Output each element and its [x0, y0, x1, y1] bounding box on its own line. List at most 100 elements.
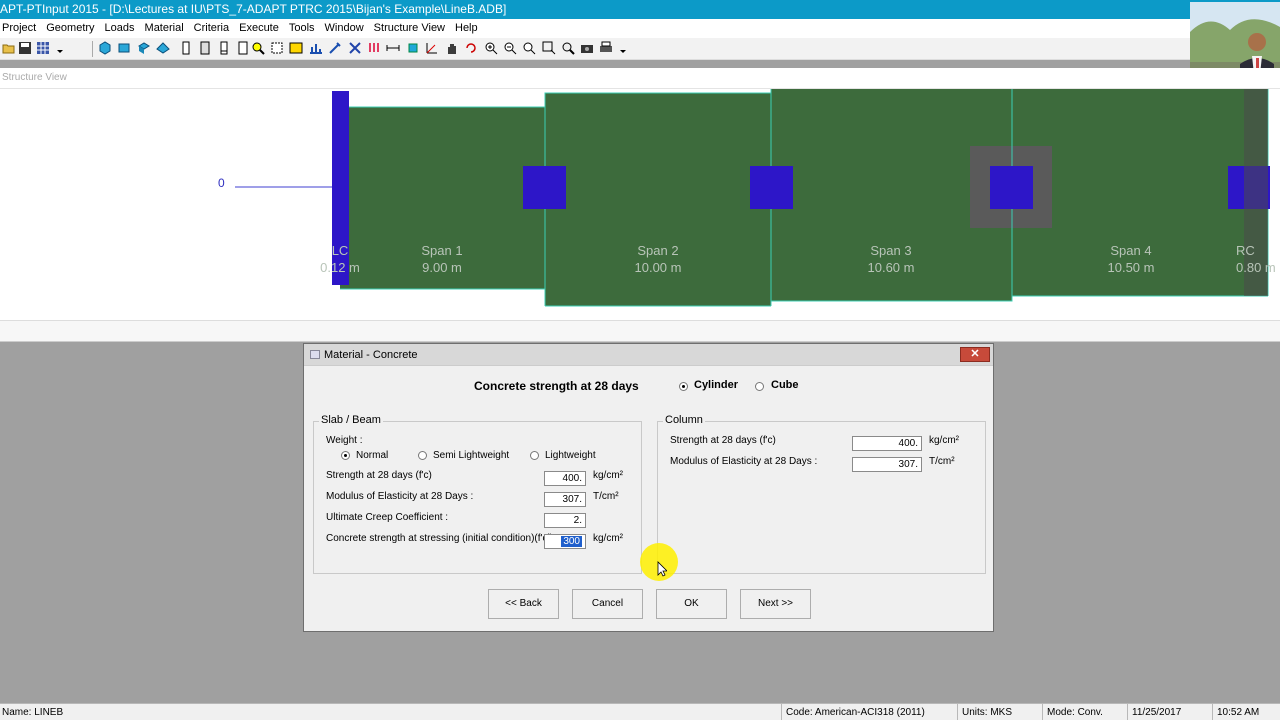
zoom-box-icon[interactable] — [542, 41, 556, 55]
toolbar — [0, 38, 1280, 60]
ok-button[interactable]: OK — [656, 589, 727, 619]
back-button[interactable]: << Back — [488, 589, 559, 619]
right-cantilever-label: RC 0.80 m — [1236, 242, 1280, 276]
menu-tools[interactable]: Tools — [284, 19, 320, 38]
axes-icon[interactable] — [425, 41, 439, 55]
cylinder-label[interactable]: Cylinder — [694, 379, 738, 391]
span-1-name: Span 1 — [421, 243, 463, 258]
mouse-pointer-icon — [657, 561, 667, 577]
load-icon[interactable] — [367, 41, 381, 55]
lightweight-label[interactable]: Lightweight — [545, 450, 596, 461]
cancel-button[interactable]: Cancel — [572, 589, 643, 619]
dialog-heading: Concrete strength at 28 days — [474, 379, 639, 393]
window-title: APT-PTInput 2015 - [D:\Lectures at IU\PT… — [0, 2, 507, 16]
column-group-title: Column — [663, 414, 705, 426]
menu-loads[interactable]: Loads — [100, 19, 140, 38]
support-icon[interactable] — [217, 41, 231, 55]
span-4-label: Span 4 10.50 m — [1088, 242, 1174, 276]
pan-hand-icon[interactable] — [445, 41, 459, 55]
stressing-strength-value: 300 — [561, 536, 582, 547]
zoom-extents-icon[interactable] — [522, 41, 536, 55]
menu-structure-view[interactable]: Structure View — [369, 19, 450, 38]
structure-view-scroll-area — [0, 320, 1280, 342]
menu-window[interactable]: Window — [320, 19, 369, 38]
menu-geometry[interactable]: Geometry — [41, 19, 99, 38]
view-iso-icon[interactable] — [137, 41, 151, 55]
semi-lightweight-radio[interactable] — [418, 451, 427, 460]
semi-lightweight-label[interactable]: Semi Lightweight — [433, 450, 509, 461]
wall-icon[interactable] — [198, 41, 212, 55]
span-2-name: Span 2 — [637, 243, 679, 258]
normal-weight-radio[interactable] — [341, 451, 350, 460]
column-modulus-value: 307. — [898, 459, 918, 470]
view-slab-icon[interactable] — [156, 41, 170, 55]
lightweight-radio[interactable] — [530, 451, 539, 460]
dimension-icon[interactable] — [386, 41, 400, 55]
view-top-icon[interactable] — [117, 41, 131, 55]
cube-radio[interactable] — [755, 382, 764, 391]
zoom-out-icon[interactable] — [503, 41, 517, 55]
dropdown-arrow-icon[interactable] — [619, 41, 627, 55]
slab-strength-value: 400. — [562, 473, 582, 484]
slab-strength-unit: kg/cm² — [593, 470, 623, 481]
print-icon[interactable] — [599, 41, 613, 55]
cube-icon[interactable] — [406, 41, 420, 55]
zoom-in-icon[interactable] — [484, 41, 498, 55]
structure-view-canvas[interactable]: 0 LC 0.12 m Span 1 9.00 m Span 2 10.00 m… — [0, 89, 1280, 320]
tendon-icon[interactable] — [289, 41, 303, 55]
open-folder-icon[interactable] — [2, 41, 16, 55]
dropdown-arrow-icon[interactable] — [56, 41, 64, 55]
column-icon[interactable] — [179, 41, 193, 55]
menu-criteria[interactable]: Criteria — [189, 19, 234, 38]
window-title-bar: APT-PTInput 2015 - [D:\Lectures at IU\PT… — [0, 0, 1280, 19]
slab-strength-input[interactable]: 400. — [544, 471, 586, 486]
menu-execute[interactable]: Execute — [234, 19, 284, 38]
span-2-length: 10.00 m — [634, 260, 682, 275]
column-strength-label: Strength at 28 days (f'c) — [670, 435, 776, 446]
stressing-strength-input[interactable]: 300 — [544, 534, 586, 549]
axis-zero-label: 0 — [218, 176, 225, 190]
structure-drawing — [235, 89, 1270, 307]
span-4-length: 10.50 m — [1107, 260, 1155, 275]
view-3d-icon[interactable] — [98, 41, 112, 55]
cube-label[interactable]: Cube — [771, 379, 799, 391]
slab-modulus-label: Modulus of Elasticity at 28 Days : — [326, 491, 474, 502]
cylinder-radio[interactable] — [679, 382, 688, 391]
left-cantilever-name: LC — [331, 243, 349, 258]
select-icon[interactable] — [270, 41, 284, 55]
undo-icon[interactable] — [464, 41, 478, 55]
zoom-window-icon[interactable] — [251, 41, 265, 55]
close-button[interactable]: ✕ — [960, 347, 990, 362]
column-strength-input[interactable]: 400. — [852, 436, 922, 451]
menu-help[interactable]: Help — [450, 19, 483, 38]
span-4-name: Span 4 — [1110, 243, 1152, 258]
creep-coefficient-input[interactable]: 2. — [544, 513, 586, 528]
slab-modulus-input[interactable]: 307. — [544, 492, 586, 507]
menu-project[interactable]: Project — [0, 19, 41, 38]
right-cantilever-length: 0.80 m — [1236, 260, 1276, 275]
menu-material[interactable]: Material — [140, 19, 189, 38]
span-3-name: Span 3 — [870, 243, 912, 258]
zoom-all-icon[interactable] — [561, 41, 575, 55]
stressing-strength-label: Concrete strength at stressing (initial … — [326, 533, 559, 544]
node-icon[interactable] — [348, 41, 362, 55]
save-icon[interactable] — [18, 41, 32, 55]
tools-icon[interactable] — [328, 41, 342, 55]
slab-modulus-unit: T/cm² — [593, 491, 619, 502]
left-cantilever-length: 0.12 m — [320, 260, 360, 275]
grid-view-icon[interactable] — [36, 41, 50, 55]
material-concrete-dialog: Material - Concrete ✕ Concrete strength … — [303, 343, 994, 632]
status-mode: Mode: Conv. — [1042, 704, 1126, 720]
span-1-length: 9.00 m — [422, 260, 462, 275]
column-modulus-label: Modulus of Elasticity at 28 Days : — [670, 456, 818, 467]
normal-weight-label[interactable]: Normal — [356, 450, 388, 461]
column-strength-unit: kg/cm² — [929, 435, 959, 446]
chart-icon[interactable] — [309, 41, 323, 55]
span-3-length: 10.60 m — [867, 260, 915, 275]
structure-view-header: Structure View — [0, 68, 1280, 89]
beam-icon[interactable] — [236, 41, 250, 55]
column-modulus-input[interactable]: 307. — [852, 457, 922, 472]
creep-coefficient-label: Ultimate Creep Coefficient : — [326, 512, 449, 523]
next-button[interactable]: Next >> — [740, 589, 811, 619]
camera-icon[interactable] — [580, 41, 594, 55]
